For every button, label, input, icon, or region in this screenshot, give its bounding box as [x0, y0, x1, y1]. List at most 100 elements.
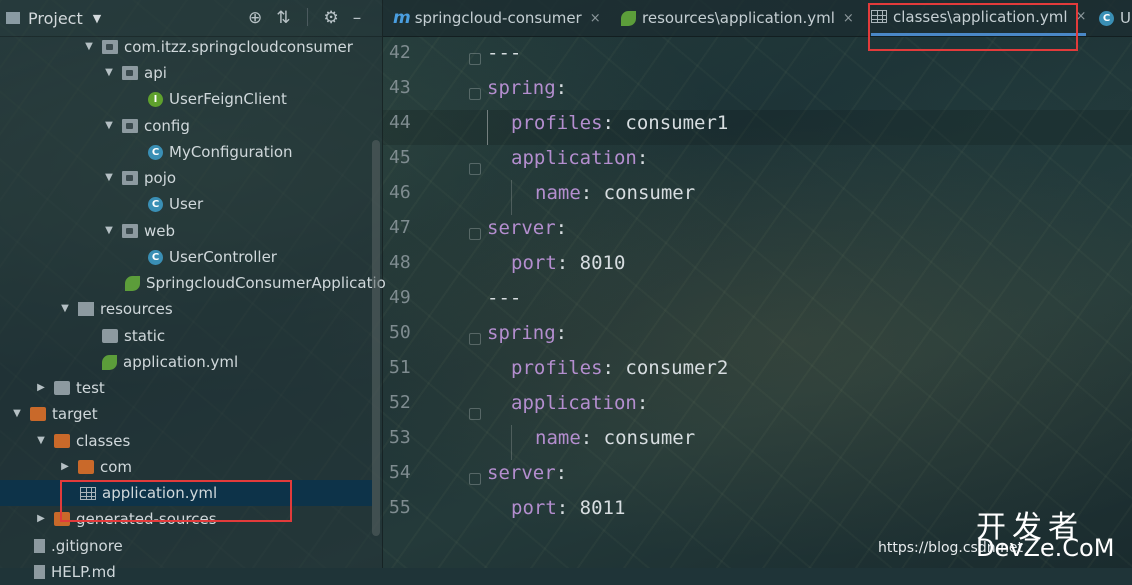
tree-item-label: .gitignore: [51, 537, 123, 555]
project-scrollbar[interactable]: [372, 140, 380, 536]
package-icon: [122, 119, 138, 133]
fold-marker[interactable]: [469, 88, 481, 100]
close-icon[interactable]: ×: [843, 11, 854, 26]
tree-item[interactable]: .gitignore: [34, 533, 123, 559]
code-line: port: 8011: [511, 497, 625, 519]
yaml-colon: :: [602, 357, 614, 379]
project-panel-title[interactable]: Project: [28, 9, 83, 28]
tree-item[interactable]: ▼ web: [102, 218, 175, 244]
yaml-key: spring: [487, 322, 556, 344]
tree-item-label: User: [169, 195, 204, 213]
yaml-key: port: [511, 252, 557, 274]
orange-folder-icon: [78, 460, 94, 474]
fold-marker[interactable]: [469, 53, 481, 65]
yaml-key: port: [511, 497, 557, 519]
tree-item[interactable]: application.yml: [102, 349, 238, 375]
tree-item[interactable]: ▼ pojo: [102, 165, 176, 191]
maven-icon: m: [393, 8, 411, 28]
tree-item-label: test: [76, 379, 105, 397]
yaml-value: ---: [487, 42, 522, 64]
line-number: 48: [389, 252, 411, 273]
line-number: 53: [389, 427, 411, 448]
yaml-colon: :: [636, 147, 649, 169]
package-icon: [122, 224, 138, 238]
code-line: server:: [487, 217, 567, 239]
tab-springcloud-consumer[interactable]: m springcloud-consumer ×: [393, 0, 601, 36]
folder-icon: [102, 329, 118, 343]
close-icon[interactable]: ×: [590, 11, 601, 26]
tree-item-label: application.yml: [123, 353, 239, 371]
yaml-key: spring: [487, 77, 556, 99]
tree-item[interactable]: static: [102, 323, 165, 349]
yaml-value: consumer: [592, 182, 696, 204]
line-number: 52: [389, 392, 411, 413]
tree-item[interactable]: ▼ target: [10, 401, 97, 427]
tree-item[interactable]: ▼ resources: [58, 296, 173, 322]
tree-item-label: config: [144, 117, 190, 135]
chevron-down-icon[interactable]: ▼: [34, 428, 48, 454]
tree-item[interactable]: HELP.md: [34, 559, 116, 585]
chevron-right-icon[interactable]: ▶: [34, 506, 48, 532]
tree-item[interactable]: ▶ test: [34, 375, 105, 401]
class-icon: C: [148, 249, 163, 265]
line-number: 51: [389, 357, 411, 378]
tree-item[interactable]: ▼ api: [102, 60, 167, 86]
tree-item[interactable]: ▼ config: [102, 113, 190, 139]
tab-resources-application-yml[interactable]: resources\application.yml ×: [621, 0, 854, 36]
locate-icon[interactable]: ⊕: [248, 8, 262, 28]
tree-item[interactable]: ▶ com: [58, 454, 132, 480]
code-line: name: consumer: [535, 182, 695, 204]
line-number: 55: [389, 497, 411, 518]
chevron-down-icon[interactable]: ▼: [82, 34, 96, 60]
yaml-value: consumer1: [613, 112, 729, 134]
line-number: 43: [389, 77, 411, 98]
tree-item[interactable]: I UserFeignClient: [148, 86, 287, 112]
yaml-key: application: [511, 392, 637, 414]
line-number: 46: [389, 182, 411, 203]
tab-u[interactable]: C U: [1099, 0, 1131, 36]
tree-item[interactable]: ▼ com.itzz.springcloudconsumer: [82, 34, 353, 60]
code-line: spring:: [487, 322, 567, 344]
spring-yml-icon: [102, 354, 117, 370]
tree-item-label: HELP.md: [51, 563, 116, 581]
tree-item-label: web: [144, 222, 176, 240]
tree-item-label: static: [124, 327, 166, 345]
tab-label: U: [1120, 9, 1131, 27]
fold-marker[interactable]: [469, 333, 481, 345]
line-number: 42: [389, 42, 411, 63]
tree-item[interactable]: SpringcloudConsumerApplicatio: [125, 270, 386, 296]
tree-item[interactable]: C UserController: [148, 244, 277, 270]
chevron-down-icon[interactable]: ▼: [93, 12, 101, 25]
code-editor[interactable]: 42 --- 43 spring: 44 profiles: consumer1 45 app…: [383, 37, 1132, 568]
class-icon: C: [148, 144, 163, 160]
tree-item-label: classes: [76, 432, 131, 450]
fold-marker[interactable]: [469, 408, 481, 420]
tree-item[interactable]: C User: [148, 191, 203, 217]
chevron-down-icon[interactable]: ▼: [102, 113, 116, 139]
chevron-down-icon[interactable]: ▼: [102, 60, 116, 86]
tree-item-label: resources: [100, 300, 173, 318]
project-folder-icon: [6, 12, 20, 24]
tree-item[interactable]: ▼ classes: [34, 428, 130, 454]
chevron-down-icon[interactable]: ▼: [102, 165, 116, 191]
orange-folder-icon: [54, 434, 70, 448]
gear-icon[interactable]: ⚙: [324, 8, 339, 28]
fold-marker[interactable]: [469, 163, 481, 175]
chevron-right-icon[interactable]: ▶: [58, 454, 72, 480]
fold-marker[interactable]: [469, 473, 481, 485]
tree-item[interactable]: C MyConfiguration: [148, 139, 293, 165]
collapse-all-icon[interactable]: ⇅: [276, 8, 290, 28]
yaml-colon: :: [636, 392, 649, 414]
tree-item-label: api: [144, 64, 167, 82]
chevron-down-icon[interactable]: ▼: [10, 401, 24, 427]
fold-marker[interactable]: [469, 228, 481, 240]
hide-icon[interactable]: –: [353, 8, 362, 28]
chevron-right-icon[interactable]: ▶: [34, 375, 48, 401]
chevron-down-icon[interactable]: ▼: [58, 296, 72, 322]
yaml-key: server: [487, 462, 556, 484]
package-icon: [122, 66, 138, 80]
file-icon: [34, 565, 45, 579]
line-number: 44: [389, 112, 411, 133]
chevron-down-icon[interactable]: ▼: [102, 218, 116, 244]
yaml-colon: :: [555, 77, 568, 99]
